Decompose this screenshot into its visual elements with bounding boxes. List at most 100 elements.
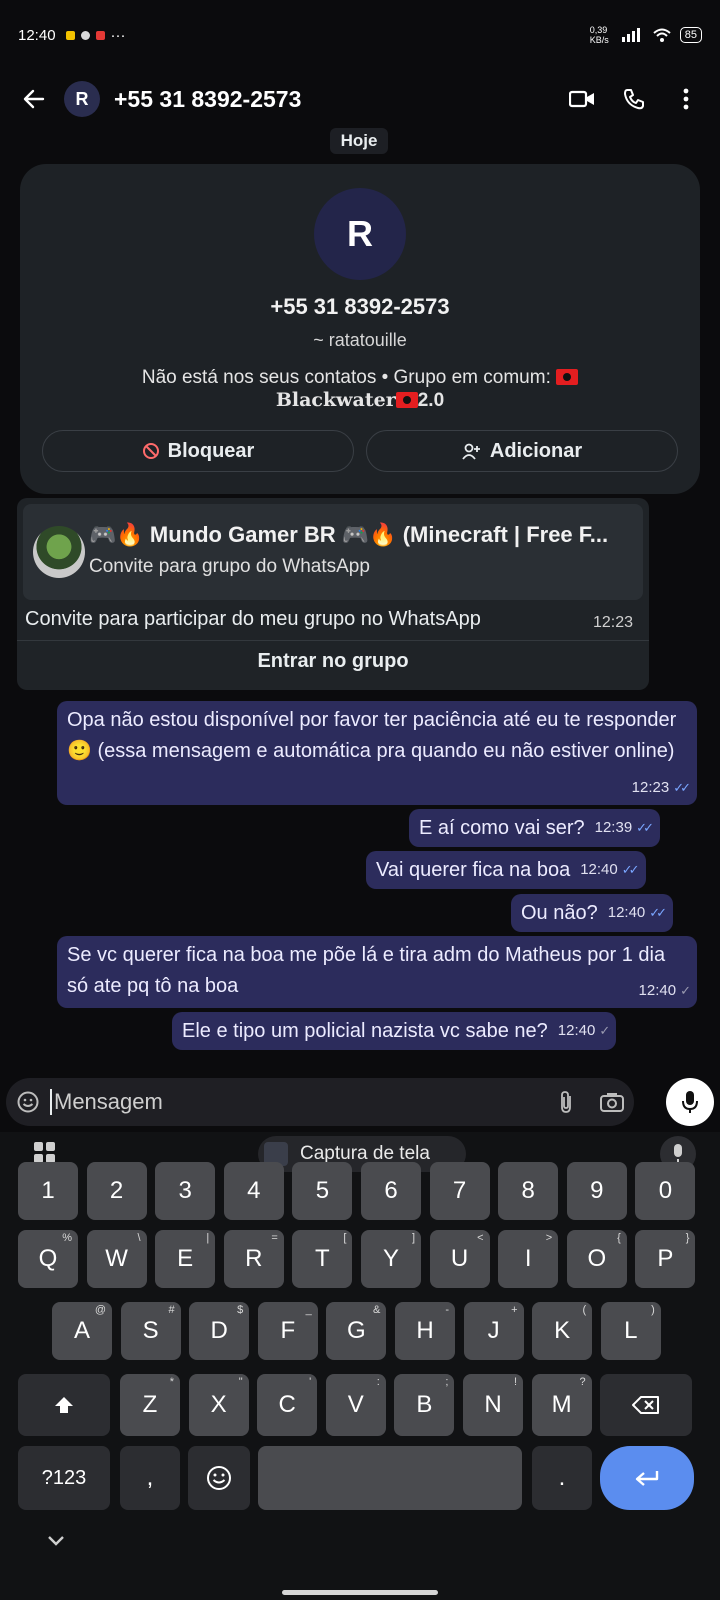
key-1[interactable]: 1: [18, 1162, 78, 1220]
outgoing-message[interactable]: E aí como vai ser? 12:39 ✓✓: [409, 809, 660, 847]
camera-icon[interactable]: [600, 1092, 624, 1112]
key-b[interactable]: B;: [394, 1374, 455, 1436]
key-u[interactable]: U <: [429, 1230, 490, 1288]
key-f[interactable]: F _: [257, 1302, 318, 1360]
key-4[interactable]: 4: [223, 1162, 284, 1220]
divider: [17, 640, 649, 641]
paperclip-icon[interactable]: [558, 1090, 574, 1114]
message-text: Se vc querer fica na boa me põe lá e tir…: [67, 944, 666, 997]
key-5[interactable]: 5: [292, 1162, 353, 1220]
emoji-key[interactable]: [188, 1446, 250, 1510]
key-l[interactable]: L): [600, 1302, 661, 1360]
key-c[interactable]: C ': [257, 1374, 318, 1436]
key-w[interactable]: W \: [86, 1230, 147, 1288]
message-input-bar[interactable]: Mensagem: [6, 1078, 634, 1126]
key-i[interactable]: I >: [498, 1230, 559, 1288]
group-invite-preview[interactable]: 🎮🔥 Mundo Gamer BR 🎮🔥 (Minecraft | Free F…: [23, 504, 643, 600]
join-group-button[interactable]: Entrar no grupo: [17, 650, 649, 673]
symbols-key[interactable]: ?123: [18, 1446, 110, 1510]
key-y[interactable]: Y]: [361, 1230, 421, 1288]
battery-indicator: 85: [679, 27, 702, 43]
contact-avatar[interactable]: R: [64, 81, 100, 117]
key-9[interactable]: 9: [566, 1162, 627, 1220]
key-d[interactable]: D $: [189, 1302, 250, 1360]
key-3[interactable]: 3: [155, 1162, 216, 1220]
key-label: W: [105, 1245, 128, 1272]
key-label: 6: [384, 1177, 398, 1204]
key-label: U: [450, 1245, 469, 1272]
key-m[interactable]: M?: [531, 1374, 592, 1436]
more-options-button[interactable]: [666, 79, 706, 119]
voice-call-button[interactable]: [614, 79, 654, 119]
key-g[interactable]: G &: [326, 1302, 387, 1360]
backspace-key[interactable]: [600, 1374, 692, 1436]
space-key[interactable]: [258, 1446, 522, 1510]
contact-card-info: Não está nos seus contatos • Grupo em co…: [20, 367, 700, 412]
outgoing-message[interactable]: Vai querer fica na boa 12:40 ✓✓: [366, 851, 646, 889]
enter-key[interactable]: [600, 1446, 694, 1510]
key-j[interactable]: J +: [463, 1302, 524, 1360]
hide-keyboard-icon[interactable]: [46, 1534, 66, 1548]
key-a[interactable]: A @: [52, 1302, 112, 1360]
key-label: J: [487, 1317, 500, 1344]
key-q[interactable]: Q%: [18, 1230, 78, 1288]
key-label: Q: [38, 1245, 58, 1272]
key-h[interactable]: H-: [395, 1302, 455, 1360]
key-7[interactable]: 7: [429, 1162, 490, 1220]
key-k[interactable]: K(: [532, 1302, 593, 1360]
video-call-button[interactable]: [562, 79, 602, 119]
common-group-name-suffix[interactable]: 2.0: [418, 390, 444, 411]
key-8[interactable]: 8: [498, 1162, 559, 1220]
key-v[interactable]: V:: [325, 1374, 386, 1436]
voice-message-button[interactable]: [666, 1078, 714, 1126]
key-r[interactable]: R =: [223, 1230, 284, 1288]
sticker-icon[interactable]: [16, 1090, 40, 1114]
more-notifications-icon: ···: [110, 26, 126, 44]
key-6[interactable]: 6: [361, 1162, 421, 1220]
message-time: 12:23: [631, 779, 670, 796]
chat-area[interactable]: Hoje R +55 31 8392-2573 ~ ratatouille Nã…: [0, 128, 720, 1072]
back-button[interactable]: [14, 79, 54, 119]
outgoing-message[interactable]: Ele e tipo um policial nazista vc sabe n…: [172, 1012, 617, 1050]
outgoing-message[interactable]: Se vc querer fica na boa me põe lá e tir…: [57, 936, 697, 1008]
message-text: Vai querer fica na boa: [376, 858, 571, 881]
key-label: G: [347, 1317, 366, 1344]
contact-title[interactable]: +55 31 8392-2573: [114, 86, 301, 113]
albania-flag-icon: [395, 392, 418, 408]
key-n[interactable]: N!: [463, 1374, 523, 1436]
outgoing-message[interactable]: Ou não? 12:40 ✓✓: [511, 894, 674, 932]
key-label: X: [210, 1391, 227, 1418]
key-x[interactable]: X ": [188, 1374, 249, 1436]
home-indicator[interactable]: [282, 1590, 438, 1595]
key-e[interactable]: E |: [155, 1230, 216, 1288]
key-secondary-label: {: [617, 1232, 621, 1244]
common-group-name[interactable]: Blackwater: [276, 389, 396, 411]
block-button[interactable]: Bloquear: [42, 430, 354, 472]
enter-arrow-icon: [635, 1471, 659, 1486]
group-invite-message[interactable]: 🎮🔥 Mundo Gamer BR 🎮🔥 (Minecraft | Free F…: [17, 498, 649, 690]
comma-key[interactable]: ,: [120, 1446, 180, 1510]
add-contact-button[interactable]: Adicionar: [366, 430, 678, 472]
microphone-icon: [682, 1091, 698, 1113]
key-label: O: [587, 1245, 607, 1272]
key-label: T: [315, 1245, 330, 1272]
key-t[interactable]: T[: [292, 1230, 353, 1288]
net-speed: 0,39 KB/s: [589, 25, 609, 45]
key-0[interactable]: 0: [635, 1162, 696, 1220]
key-s[interactable]: S #: [120, 1302, 181, 1360]
key-o[interactable]: O{: [566, 1230, 627, 1288]
message-input[interactable]: Mensagem: [50, 1089, 163, 1115]
outgoing-message[interactable]: Opa não estou disponível por favor ter p…: [57, 701, 697, 805]
key-z[interactable]: Z *: [120, 1374, 180, 1436]
chat-header: R +55 31 8392-2573: [0, 70, 720, 128]
key-label: R: [245, 1245, 263, 1272]
shift-key[interactable]: [18, 1374, 110, 1436]
key-2[interactable]: 2: [86, 1162, 147, 1220]
period-key[interactable]: .: [532, 1446, 592, 1510]
key-secondary-label: <: [477, 1232, 484, 1244]
group-invite-subtitle: Convite para grupo do WhatsApp: [89, 556, 370, 577]
keyboard-apps-icon[interactable]: [34, 1142, 56, 1164]
phone-icon: [624, 89, 644, 110]
block-label: Bloquear: [167, 439, 255, 462]
key-p[interactable]: P}: [635, 1230, 696, 1288]
